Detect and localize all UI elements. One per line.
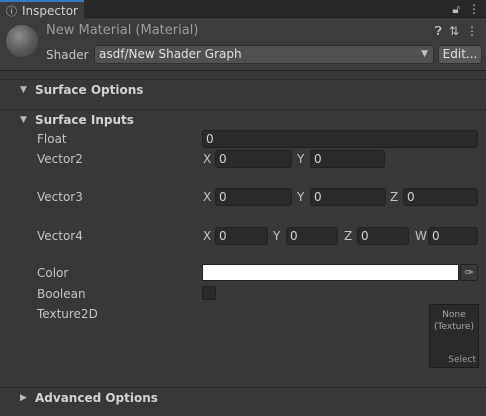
vector3-z-field[interactable]: 0 — [403, 188, 478, 206]
vector2-y-field[interactable]: 0 — [310, 150, 385, 168]
texture-none-text: None (Texture) — [430, 309, 478, 333]
kebab-menu-icon[interactable]: ⋮ — [466, 24, 478, 39]
texture-none-line1: None — [442, 310, 466, 320]
section-surface-options[interactable]: ▼ Surface Options — [0, 79, 486, 100]
axis-x-label: X — [203, 152, 212, 166]
texture2d-label: Texture2D — [37, 307, 98, 321]
vector4-z-field[interactable]: 0 — [357, 227, 409, 245]
tab-bar: ⓘ Inspector 🔓︎ ⋮ — [0, 0, 486, 19]
texture-slot[interactable]: None (Texture) Select — [429, 304, 479, 368]
texture-select-button[interactable]: Select — [448, 355, 476, 365]
tab-label: Inspector — [22, 3, 78, 18]
vector3-label: Vector3 — [37, 190, 83, 204]
chevron-down-icon: ▼ — [421, 49, 428, 59]
section-title: Surface Options — [35, 83, 144, 97]
vector4-y-field[interactable]: 0 — [286, 227, 338, 245]
section-title: Advanced Options — [35, 391, 158, 405]
material-preview-sphere — [6, 25, 38, 57]
axis-y-label: Y — [297, 190, 305, 204]
help-icon[interactable]: ❓︎ — [435, 24, 442, 39]
color-label: Color — [37, 266, 69, 280]
eyedropper-icon[interactable]: ✑ — [460, 264, 478, 281]
edit-shader-button[interactable]: Edit... — [438, 45, 482, 64]
axis-w-label: W — [415, 229, 427, 243]
boolean-label: Boolean — [37, 287, 86, 301]
section-advanced-options[interactable]: ▶ Advanced Options — [0, 387, 486, 408]
shader-dropdown[interactable]: asdf/New Shader Graph ▼ — [94, 45, 434, 64]
kebab-menu-icon[interactable]: ⋮ — [468, 2, 480, 16]
axis-y-label: Y — [297, 152, 305, 166]
shader-value: asdf/New Shader Graph — [99, 47, 242, 61]
vector3-y-field[interactable]: 0 — [310, 188, 386, 206]
texture-none-line2: (Texture) — [434, 322, 474, 332]
material-header: New Material (Material) ❓︎ ⇅ ⋮ Shader as… — [0, 19, 486, 71]
axis-z-label: Z — [344, 229, 353, 243]
vector3-x-field[interactable]: 0 — [215, 188, 292, 206]
vector2-label: Vector2 — [37, 152, 83, 166]
shader-label: Shader — [46, 48, 89, 62]
vector4-x-field[interactable]: 0 — [215, 227, 268, 245]
tab-inspector[interactable]: ⓘ Inspector — [0, 0, 84, 19]
float-field[interactable]: 0 — [202, 130, 478, 148]
vector2-x-field[interactable]: 0 — [215, 150, 292, 168]
section-surface-inputs[interactable]: ▼ Surface Inputs — [0, 109, 486, 130]
float-label: Float — [37, 132, 67, 146]
axis-x-label: X — [203, 190, 212, 204]
foldout-collapsed-icon: ▼ — [20, 85, 27, 95]
vector4-w-field[interactable]: 0 — [428, 227, 478, 245]
color-swatch-field[interactable] — [202, 264, 459, 281]
boolean-checkbox[interactable] — [202, 286, 216, 300]
preset-sliders-icon[interactable]: ⇅ — [449, 24, 459, 39]
axis-z-label: Z — [390, 190, 399, 204]
vector4-label: Vector4 — [37, 229, 83, 243]
axis-x-label: X — [203, 229, 212, 243]
section-title: Surface Inputs — [35, 113, 134, 127]
foldout-collapsed-icon: ▶ — [20, 393, 27, 403]
info-icon: ⓘ — [6, 4, 17, 18]
lock-icon[interactable]: 🔓︎ — [452, 2, 460, 17]
material-title: New Material (Material) — [46, 23, 199, 38]
axis-y-label: Y — [273, 229, 281, 243]
foldout-expanded-icon: ▼ — [20, 115, 27, 125]
